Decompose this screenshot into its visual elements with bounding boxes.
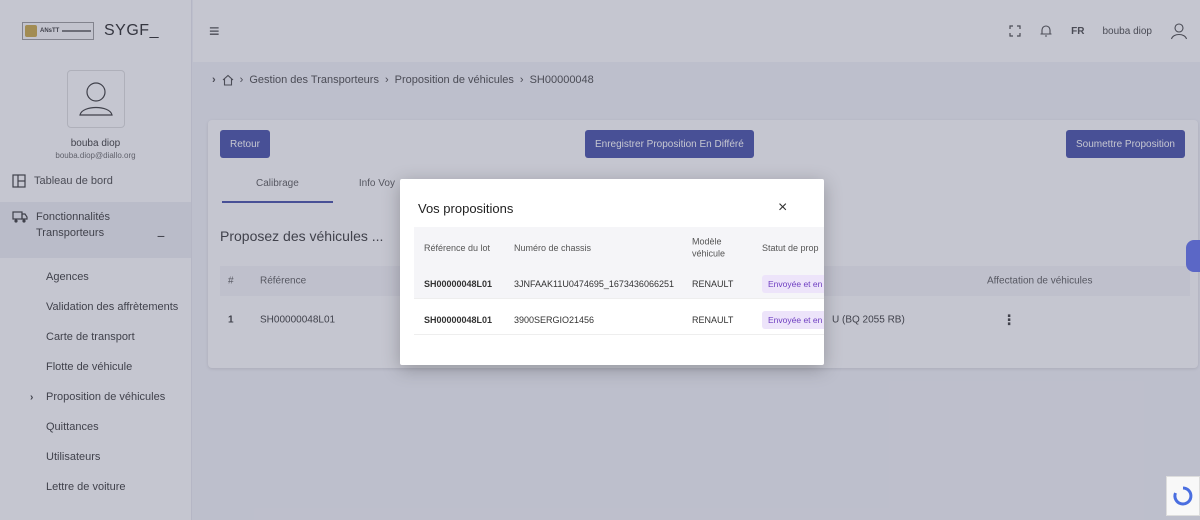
status-badge: Envoyée et en	[762, 274, 824, 293]
column-header: Référence du lot	[424, 243, 491, 253]
vehicle-model: RENAULT	[692, 314, 734, 325]
recaptcha-badge	[1166, 476, 1200, 516]
column-header: Numéro de chassis	[514, 243, 592, 253]
lot-reference: SH00000048L01	[424, 278, 493, 289]
proposals-dialog: Vos propositions × Référence du lot Numé…	[400, 179, 824, 365]
close-icon[interactable]: ×	[778, 199, 787, 217]
lot-reference: SH00000048L01	[424, 314, 493, 325]
column-header: Statut de prop	[762, 243, 819, 253]
chassis-number: 3900SERGIO21456	[514, 314, 595, 325]
table-row[interactable]: SH00000048L01 3JNFAAK11U0474695_16734360…	[414, 269, 824, 299]
vehicle-model: RENAULT	[692, 278, 734, 289]
dialog-title: Vos propositions	[418, 201, 514, 216]
recaptcha-icon	[1173, 486, 1193, 506]
status-badge: Envoyée et en	[762, 310, 824, 329]
chassis-number: 3JNFAAK11U0474695_1673436066251	[514, 278, 674, 289]
side-tab-button[interactable]	[1186, 240, 1200, 272]
dialog-table-header: Référence du lot Numéro de chassis Modèl…	[414, 227, 824, 269]
column-header: Modèle véhicule	[692, 236, 726, 258]
table-row[interactable]: SH00000048L01 3900SERGIO21456 RENAULT En…	[414, 305, 824, 335]
